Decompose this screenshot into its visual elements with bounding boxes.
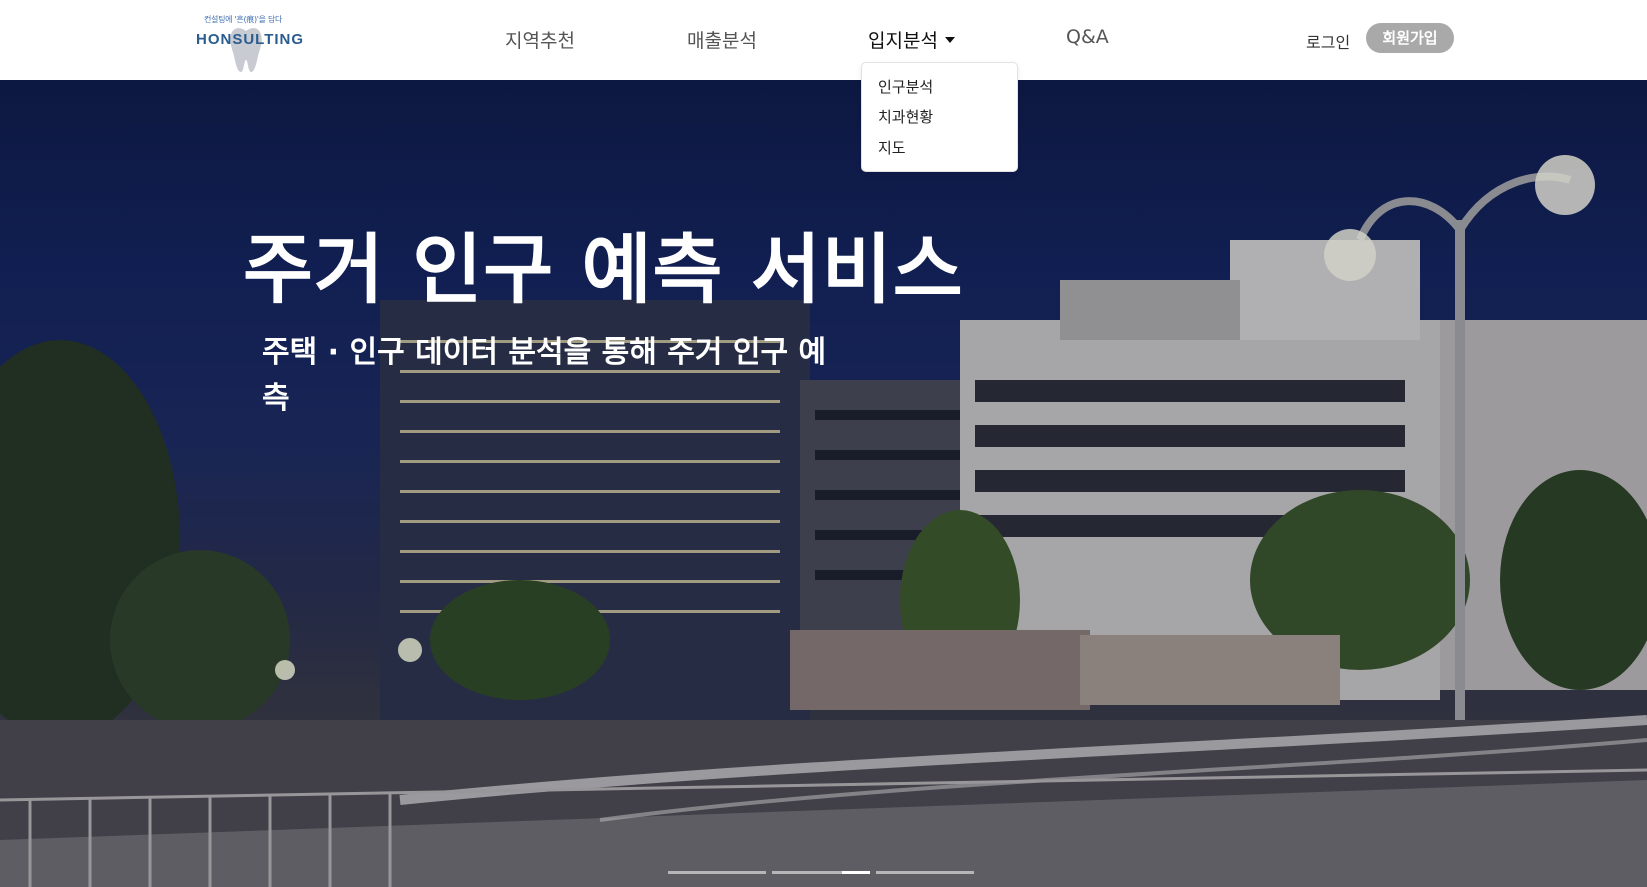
carousel-indicator-1[interactable]	[668, 871, 766, 874]
signup-button[interactable]: 회원가입	[1366, 23, 1454, 53]
nav-item-sales-analysis[interactable]: 매출분석	[687, 26, 757, 53]
hero-banner: 주거 인구 예측 서비스 주택 · 인구 데이터 분석을 통해 주거 인구 예측	[0, 80, 1647, 887]
logo-wordmark: HONSULTING	[196, 31, 305, 48]
hero-title: 주거 인구 예측 서비스	[243, 225, 964, 314]
nav-item-location-analysis-label: 입지분석	[868, 30, 938, 52]
dropdown-item-population[interactable]: 인구분석	[878, 76, 933, 97]
login-link[interactable]: 로그인	[1306, 29, 1350, 53]
nav-item-qna[interactable]: Q&A	[1066, 26, 1109, 48]
hero-subtitle: 주택 · 인구 데이터 분석을 통해 주거 인구 예측	[262, 335, 827, 416]
carousel-indicator-2-progress	[842, 871, 870, 874]
caret-down-icon	[944, 36, 955, 43]
honsulting-logo[interactable]: 컨설팅에 '흔(痕)'을 담다 HONSULTING	[190, 10, 310, 72]
nav-item-region-recommend[interactable]: 지역추천	[505, 26, 575, 53]
dropdown-item-dental-status[interactable]: 치과현황	[878, 106, 933, 127]
hero-background-image	[0, 80, 1647, 887]
carousel-indicator-3[interactable]	[876, 871, 974, 874]
logo-tagline: 컨설팅에 '흔(痕)'을 담다	[204, 15, 283, 24]
site-header: 컨설팅에 '흔(痕)'을 담다 HONSULTING 지역추천 매출분석 입지분…	[0, 0, 1647, 80]
location-analysis-dropdown: 인구분석 치과현황 지도	[861, 62, 1018, 172]
nav-item-location-analysis[interactable]: 입지분석	[868, 26, 955, 53]
dropdown-item-map[interactable]: 지도	[878, 137, 906, 158]
